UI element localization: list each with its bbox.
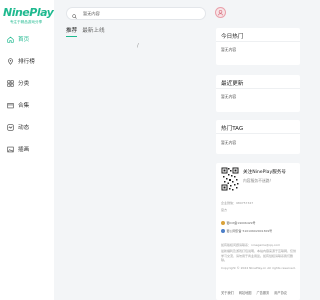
card-empty-text: 暂无内容 <box>221 47 237 52</box>
sidebar: NinePlay 专注于精品游戏分享 首页 排行榜 分类 合集 动态 插画 <box>0 0 54 300</box>
avatar[interactable] <box>215 7 226 18</box>
activity-icon <box>7 123 14 131</box>
nav-item-home[interactable]: 首页 <box>0 31 54 47</box>
nav-item-category[interactable]: 分类 <box>0 75 54 91</box>
icp-icon <box>221 221 225 225</box>
nav-item-label: 排行榜 <box>18 59 35 65</box>
copyright: Copyright © 2024 NinePlay.cn All rights … <box>221 266 296 270</box>
nav-item-rank[interactable]: 排行榜 <box>0 53 54 69</box>
footer-link-ads[interactable]: 广告服务 <box>257 290 270 295</box>
logo-tagline: 专注于精品游戏分享 <box>9 20 43 24</box>
footer-link-about[interactable]: 关于我们 <box>221 290 234 295</box>
hot-tag-card: 热门TAG 暂无内容 <box>216 120 300 154</box>
nav-item-label: 分类 <box>18 81 30 87</box>
card-empty-text: 暂无内容 <box>221 94 237 99</box>
user-icon <box>217 10 224 16</box>
business-value: 980757347 <box>236 201 254 205</box>
icp-line[interactable]: 蜀ICP备19006429号 <box>221 221 256 226</box>
follow-card: 关注NinePlay服务号 内容服务不迷路！ 企业微信：980757347 官方… <box>216 163 300 300</box>
search-input[interactable]: 暂无内容 <box>83 11 100 17</box>
footer-link-terms[interactable]: 用户协议 <box>274 290 287 295</box>
follow-title: 关注NinePlay服务号 <box>243 170 286 175</box>
follow-subtitle: 内容服务不迷路！ <box>243 178 274 183</box>
nav-item-collection[interactable]: 合集 <box>0 97 54 113</box>
business-wechat: 企业微信：980757347 <box>221 201 253 206</box>
business-label: 企业微信： <box>221 201 237 205</box>
nav-item-label: 插画 <box>18 147 30 153</box>
card-title: 最近更新 <box>221 81 244 87</box>
nav-item-activity[interactable]: 动态 <box>0 119 54 135</box>
search-icon[interactable] <box>72 4 83 23</box>
home-icon <box>7 36 14 43</box>
image-icon <box>7 146 14 153</box>
card-empty-text: 暂无内容 <box>221 140 237 145</box>
logo-wordmark: NinePlay <box>3 6 54 19</box>
divider <box>216 88 300 89</box>
card-title: 今日热门 <box>221 34 244 40</box>
card-title: 热门TAG <box>221 126 244 132</box>
footer-link-sitemap[interactable]: 网站地图 <box>239 290 252 295</box>
grid-icon <box>7 79 14 87</box>
loading-indicator: / <box>137 43 139 49</box>
folder-icon <box>7 102 14 109</box>
qr-code-icon <box>221 167 239 191</box>
nav-item-label: 合集 <box>18 103 30 109</box>
official-contact: 官方 <box>221 208 228 212</box>
tab-recommend[interactable]: 推荐 <box>66 26 78 37</box>
nav-item-illustration[interactable]: 插画 <box>0 141 54 157</box>
content-tabs: 推荐 最新上线 <box>66 26 105 37</box>
police-line[interactable]: 蜀公网安备 51010602001309号 <box>221 229 272 234</box>
email-line: 如有版权问题请联系：ninegame@qq.com <box>221 243 281 247</box>
icp-text: 蜀ICP备19006429号 <box>226 221 256 225</box>
footer-links: 关于我们 网站地图 广告服务 用户协议 <box>221 290 287 295</box>
logo[interactable]: NinePlay 专注于精品游戏分享 <box>3 6 54 31</box>
location-pin-icon <box>7 57 14 65</box>
search-bar[interactable]: 暂无内容 <box>66 7 206 20</box>
divider <box>216 41 300 42</box>
police-text: 蜀公网安备 51010602001309号 <box>226 229 273 233</box>
divider <box>216 133 300 134</box>
tab-latest[interactable]: 最新上线 <box>82 26 104 37</box>
recent-update-card: 最近更新 暂无内容 <box>216 75 300 112</box>
today-hot-card: 今日热门 暂无内容 <box>216 28 300 65</box>
nav-item-label: 动态 <box>18 125 30 131</box>
police-badge-icon <box>221 229 225 233</box>
nav-item-label: 首页 <box>18 37 30 43</box>
disclaimer: 最新福利及游戏打包说明，本站内容来源于互联网，仅供学习交流，请勿用于商业用途。如… <box>221 249 297 263</box>
